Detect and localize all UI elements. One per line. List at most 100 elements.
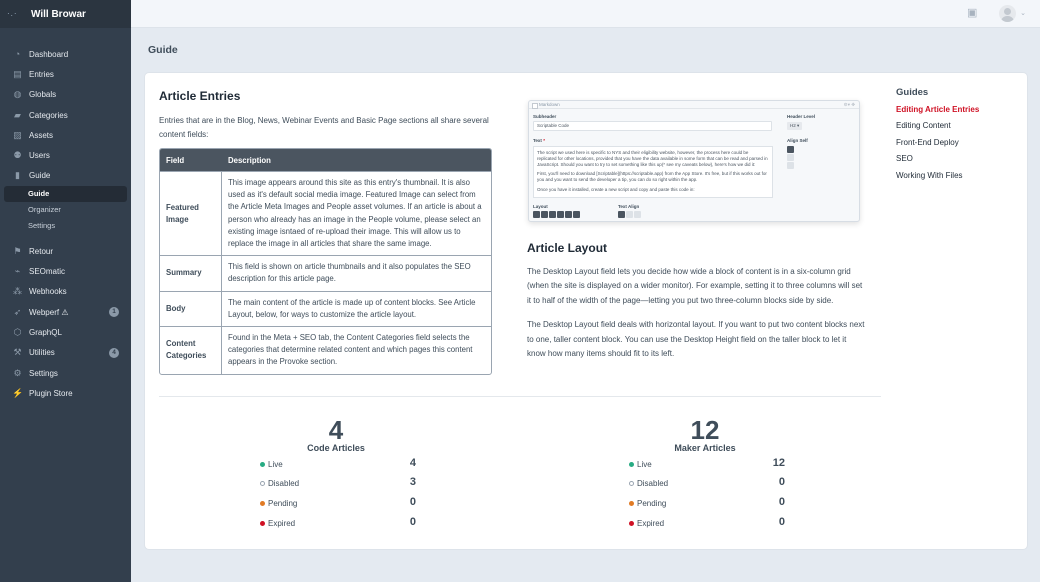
graphql-icon: ⬡ — [13, 326, 22, 337]
sidebar-item-label: Globals — [29, 90, 57, 100]
header-level-label: Header Level — [787, 114, 816, 119]
status-dot-icon — [629, 520, 634, 526]
sidebar-item-settings[interactable]: ⚙ Settings — [0, 363, 131, 383]
text-line: Once you have it installed, create a new… — [537, 186, 695, 192]
sidebar-item-label: Plugin Store — [29, 388, 73, 398]
sidebar-item-label: GraphQL — [29, 327, 62, 337]
guide-link[interactable]: Front-End Deploy — [896, 138, 979, 154]
layout-option — [541, 211, 548, 218]
page-title: Guide — [148, 44, 178, 56]
field-description: Found in the Meta + SEO tab, the Content… — [228, 333, 473, 367]
sidebar-item-label: Assets — [29, 130, 54, 140]
table-row: Featured Image This image appears around … — [160, 171, 491, 256]
status-dot-icon — [260, 481, 265, 487]
article-layout-heading: Article Layout — [527, 241, 608, 255]
sidebar-item-webhooks[interactable]: ⁂ Webhooks — [0, 282, 131, 302]
article-entries-intro: Entries that are in the Blog, News, Webi… — [159, 116, 489, 139]
layout-option — [533, 211, 540, 218]
total-count: 12 — [690, 415, 720, 445]
field-description: This field is shown on article thumbnail… — [228, 262, 471, 284]
status-dot-icon — [260, 461, 265, 467]
sidebar-item-webperf[interactable]: ➶ Webperf ⚠ 1 — [0, 302, 131, 322]
table-row: Content Categories Found in the Meta + SE… — [160, 326, 491, 374]
status-label: Live — [260, 460, 283, 469]
entries-icon: ▤ — [13, 68, 22, 79]
flag-icon: ⚑ — [13, 245, 22, 256]
layout-option — [549, 211, 556, 218]
sidebar-item-dashboard[interactable]: ◔ Dashboard — [0, 44, 131, 64]
subnav-item-guide[interactable]: Guide — [4, 186, 127, 203]
header-field: Field — [166, 155, 185, 165]
header-level-select: H2 ▾ — [787, 122, 803, 130]
sidebar-item-label: Webhooks — [29, 287, 67, 297]
sidebar-item-seomatic[interactable]: ⌁ SEOmatic — [0, 261, 131, 281]
wrench-icon: ⚒ — [13, 347, 22, 358]
notification-badge: 1 — [109, 306, 119, 317]
user-avatar[interactable] — [999, 5, 1016, 22]
site-logo-icon: ·.· — [7, 9, 18, 18]
sidebar-item-categories[interactable]: ▰ Categories — [0, 105, 131, 125]
field-name: Body — [160, 291, 222, 327]
status-count: 3 — [409, 476, 416, 489]
status-name: Disabled — [268, 479, 300, 489]
field-description: The main content of the article is made … — [228, 297, 476, 319]
guide-link[interactable]: Editing Article Entries — [896, 105, 979, 121]
status-name: Live — [268, 459, 283, 469]
site-name[interactable]: Will Browar — [31, 9, 86, 20]
divider — [159, 396, 881, 397]
table-header: Field Description — [160, 149, 491, 171]
sidebar-item-label: Settings — [29, 368, 58, 378]
table-row: Body The main content of the article is m… — [160, 290, 491, 327]
status-label: Pending — [260, 499, 297, 508]
status-name: Pending — [637, 498, 667, 508]
field-name: Featured Image — [160, 172, 222, 256]
sidebar-item-users[interactable]: ⚉ Users — [0, 145, 131, 165]
guide-card: Article Entries Entries that are in the … — [145, 73, 1027, 549]
sidebar-item-plugin-store[interactable]: ⚡ Plugin Store — [0, 383, 131, 403]
align-self-option — [787, 146, 794, 153]
paragraph: The Desktop Layout field lets you decide… — [527, 267, 863, 305]
guide-link[interactable]: SEO — [896, 154, 979, 170]
status-label: Expired — [629, 519, 664, 528]
paragraph: The Desktop Layout field deals with hori… — [527, 320, 865, 359]
status-count: 4 — [409, 456, 416, 469]
guide-link[interactable]: Working With Files — [896, 171, 979, 187]
text-label: Text * — [533, 138, 545, 143]
sidebar-item-label: Webperf ⚠ — [29, 307, 69, 317]
guide-link[interactable]: Editing Content — [896, 121, 979, 137]
chevron-down-icon[interactable]: ⌄ — [1020, 9, 1026, 17]
code-articles-stats: 4 Code Articles Live 4 Disabled 3 Pending 0 Expi… — [246, 416, 426, 531]
main-nav: ◔ Dashboard ▤ Entries ◍ Globals ▰ Categories ▨ As… — [0, 44, 131, 403]
site-header[interactable]: ·.· Will Browar — [0, 0, 131, 28]
sidebar-item-retour[interactable]: ⚑ Retour — [0, 241, 131, 261]
gift-icon[interactable]: ▣ — [967, 8, 978, 19]
status-name: Expired — [637, 518, 665, 528]
sidebar-item-guide[interactable]: ▮ Guide — [0, 166, 131, 186]
sidebar-item-entries[interactable]: ▤ Entries — [0, 64, 131, 84]
gear-icon: ⚙ — [13, 367, 22, 378]
status-dot-icon — [260, 520, 265, 526]
status-label: Expired — [260, 519, 295, 528]
article-entries-heading: Article Entries — [159, 89, 241, 103]
sidebar-item-graphql[interactable]: ⬡ GraphQL — [0, 322, 131, 342]
sidebar-item-label: Users — [29, 151, 50, 161]
sidebar-item-utilities[interactable]: ⚒ Utilities 4 — [0, 343, 131, 363]
status-count: 0 — [409, 495, 416, 508]
status-label: Disabled — [260, 479, 299, 488]
text-align-label: Text Align — [618, 204, 640, 209]
align-self-option — [787, 162, 794, 169]
webhooks-icon: ⁂ — [13, 286, 22, 297]
sidebar-item-label: Retour — [29, 246, 54, 256]
status-row: Live 12 — [615, 453, 795, 473]
subnav-item-organizer[interactable]: Organizer — [0, 202, 131, 218]
subnav-item-settings[interactable]: Settings — [0, 218, 131, 234]
status-name: Disabled — [637, 479, 669, 489]
status-row: Expired 0 — [246, 512, 426, 532]
sidebar-item-label: Dashboard — [29, 49, 69, 59]
sidebar-item-assets[interactable]: ▨ Assets — [0, 125, 131, 145]
text-label-text: Text — [533, 138, 542, 143]
align-self-label: Align Self — [787, 138, 808, 143]
sidebar-item-globals[interactable]: ◍ Globals — [0, 85, 131, 105]
maker-articles-stats: 12 Maker Articles Live 12 Disabled 0 Pending 0 E… — [615, 416, 795, 531]
field-name: Summary — [160, 256, 222, 291]
